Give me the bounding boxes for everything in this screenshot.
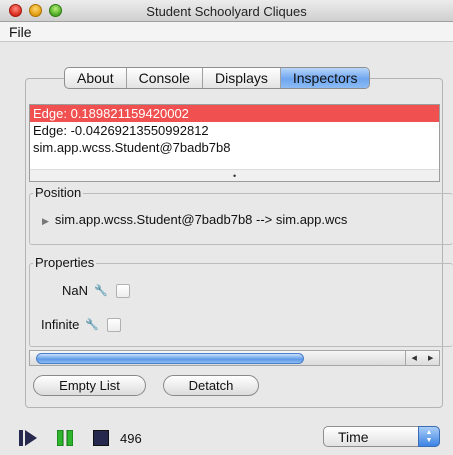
scroll-right-icon[interactable]: ▶	[428, 354, 433, 362]
position-value: sim.app.wcss.Student@7badb7b8 --> sim.ap…	[54, 212, 348, 227]
step-counter: 496	[120, 431, 142, 446]
tab-console[interactable]: Console	[127, 68, 203, 88]
time-select-value: Time	[338, 429, 369, 445]
stop-icon[interactable]	[93, 430, 109, 446]
position-group: Position ▶ sim.app.wcss.Student@7badb7b8 …	[29, 185, 453, 245]
title-bar: Student Schoolyard Cliques	[0, 0, 453, 22]
tab-bar: About Console Displays Inspectors	[64, 67, 371, 89]
list-item[interactable]: Edge: -0.04269213550992812	[30, 122, 439, 139]
position-row[interactable]: ▶ sim.app.wcss.Student@7badb7b8 --> sim.a…	[42, 212, 347, 227]
property-nan: NaN 🔧	[62, 283, 130, 298]
window-title: Student Schoolyard Cliques	[146, 4, 307, 19]
tab-displays[interactable]: Displays	[203, 68, 281, 88]
property-infinite: Infinite 🔧	[41, 317, 122, 332]
nan-checkbox[interactable]	[115, 283, 130, 298]
scroll-thumb[interactable]	[36, 353, 304, 364]
list-item[interactable]: sim.app.wcss.Student@7badb7b8	[30, 139, 439, 156]
infinite-checkbox[interactable]	[107, 317, 122, 332]
menu-bar: File	[0, 22, 453, 42]
pause-icon[interactable]	[57, 430, 73, 446]
horizontal-scrollbar[interactable]: ◀ ▶	[29, 350, 440, 366]
split-pane-divider[interactable]: •	[30, 169, 439, 181]
tab-about[interactable]: About	[65, 68, 127, 88]
inspector-list[interactable]: Edge: 0.189821159420002 Edge: -0.0426921…	[29, 104, 440, 182]
empty-list-button[interactable]: Empty List	[33, 375, 146, 396]
wrench-icon[interactable]: 🔧	[85, 318, 99, 331]
property-name: NaN	[62, 283, 89, 298]
play-icon[interactable]	[19, 430, 37, 446]
disclosure-triangle-icon[interactable]: ▶	[42, 216, 49, 226]
position-label: Position	[33, 185, 84, 200]
detach-button[interactable]: Detatch	[163, 375, 259, 396]
split-handle-icon: •	[233, 171, 237, 181]
list-item[interactable]: Edge: 0.189821159420002	[30, 105, 439, 122]
time-select[interactable]: Time ▲ ▼	[323, 426, 440, 447]
wrench-icon[interactable]: 🔧	[94, 284, 108, 297]
properties-group: Properties NaN 🔧 Infinite 🔧	[29, 255, 453, 347]
select-stepper-icon[interactable]: ▲ ▼	[418, 426, 440, 447]
tab-inspectors[interactable]: Inspectors	[280, 68, 370, 88]
scroll-left-icon[interactable]: ◀	[412, 354, 417, 362]
properties-label: Properties	[33, 255, 97, 270]
scroll-arrows[interactable]: ◀ ▶	[405, 351, 439, 365]
property-name: Infinite	[41, 317, 80, 332]
menu-file[interactable]: File	[9, 24, 32, 40]
simulation-controls: 496 Time ▲ ▼	[0, 425, 453, 449]
